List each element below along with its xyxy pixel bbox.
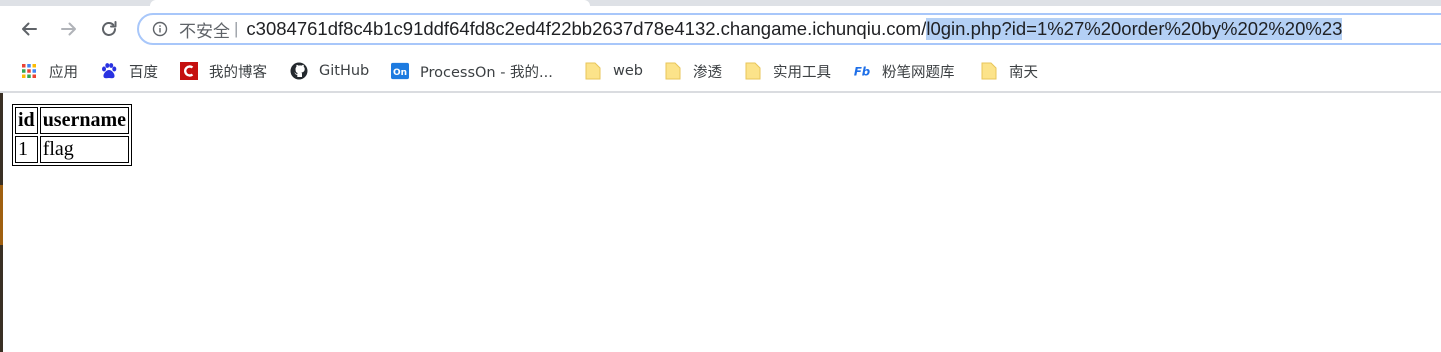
processon-icon: On	[391, 62, 409, 80]
url-path-selected-text[interactable]: l0gin.php?id=1%27%20order%20by%202%20%23	[926, 18, 1343, 40]
reload-button[interactable]	[94, 14, 124, 44]
security-status-label[interactable]: 不安全	[179, 17, 230, 42]
bookmarks-bar: 应用 百度 我的博客 GitHub On ProcessOn - 我的... w…	[0, 52, 1441, 90]
bookmark-my-blog[interactable]: 我的博客	[180, 60, 267, 82]
baidu-paw-icon	[100, 62, 118, 80]
github-icon	[290, 62, 308, 80]
bookmark-label: ProcessOn - 我的...	[420, 64, 553, 81]
bookmark-apps[interactable]: 应用	[20, 60, 78, 82]
bookmark-folder-nantian[interactable]: 南天	[980, 60, 1038, 82]
svg-text:Fb: Fb	[854, 65, 870, 79]
forward-button[interactable]	[54, 14, 84, 44]
column-header-username: username	[39, 107, 130, 134]
result-table: id username 1 flag	[12, 104, 133, 166]
bookmark-label: GitHub	[319, 63, 370, 79]
cell-id: 1	[15, 136, 38, 163]
cell-username: flag	[39, 136, 130, 163]
bookmark-folder-tools[interactable]: 实用工具	[744, 60, 831, 82]
folder-icon	[664, 62, 682, 80]
folder-icon	[744, 62, 762, 80]
bookmark-label: 我的博客	[209, 64, 267, 81]
column-header-id: id	[15, 107, 38, 134]
bookmark-label: 粉笔网题库	[882, 64, 955, 81]
browser-toolbar: 不安全 | c3084761df8c4b1c91ddf64fd8c2ed4f22…	[0, 6, 1441, 52]
folder-icon	[980, 62, 998, 80]
reload-icon	[102, 21, 117, 36]
apps-grid-icon	[20, 62, 38, 80]
toolbar-divider	[0, 91, 1441, 93]
bookmark-baidu[interactable]: 百度	[100, 60, 158, 82]
window-edge-accent	[0, 185, 3, 245]
bookmark-folder-web[interactable]: web	[584, 60, 643, 82]
bookmark-github[interactable]: GitHub	[290, 60, 369, 82]
bookmark-fenbi[interactable]: Fb 粉笔网题库	[853, 60, 955, 82]
info-icon[interactable]	[151, 20, 169, 38]
back-arrow-icon	[22, 22, 37, 36]
bookmark-label: 百度	[129, 64, 158, 81]
bookmark-processon[interactable]: On ProcessOn - 我的...	[391, 60, 553, 82]
table-header-row: id username	[15, 107, 130, 134]
security-separator: |	[234, 19, 239, 38]
forward-arrow-icon	[61, 22, 76, 36]
bookmark-label: 实用工具	[773, 64, 831, 81]
bookmark-folder-pentest[interactable]: 渗透	[664, 60, 722, 82]
svg-text:On: On	[393, 68, 407, 78]
back-button[interactable]	[14, 14, 44, 44]
page-content: id username 1 flag	[12, 104, 133, 166]
table-row: 1 flag	[15, 136, 130, 163]
address-bar[interactable]: 不安全 | c3084761df8c4b1c91ddf64fd8c2ed4f22…	[137, 13, 1441, 45]
csdn-c-icon	[180, 62, 198, 80]
bookmark-label: 应用	[49, 64, 78, 81]
fenbi-icon: Fb	[853, 62, 871, 80]
bookmark-label: 南天	[1009, 64, 1038, 81]
url-host-text[interactable]: c3084761df8c4b1c91ddf64fd8c2ed4f22bb2637…	[246, 18, 926, 40]
bookmark-label: web	[613, 63, 643, 79]
bookmark-label: 渗透	[693, 64, 722, 81]
folder-icon	[584, 62, 602, 80]
